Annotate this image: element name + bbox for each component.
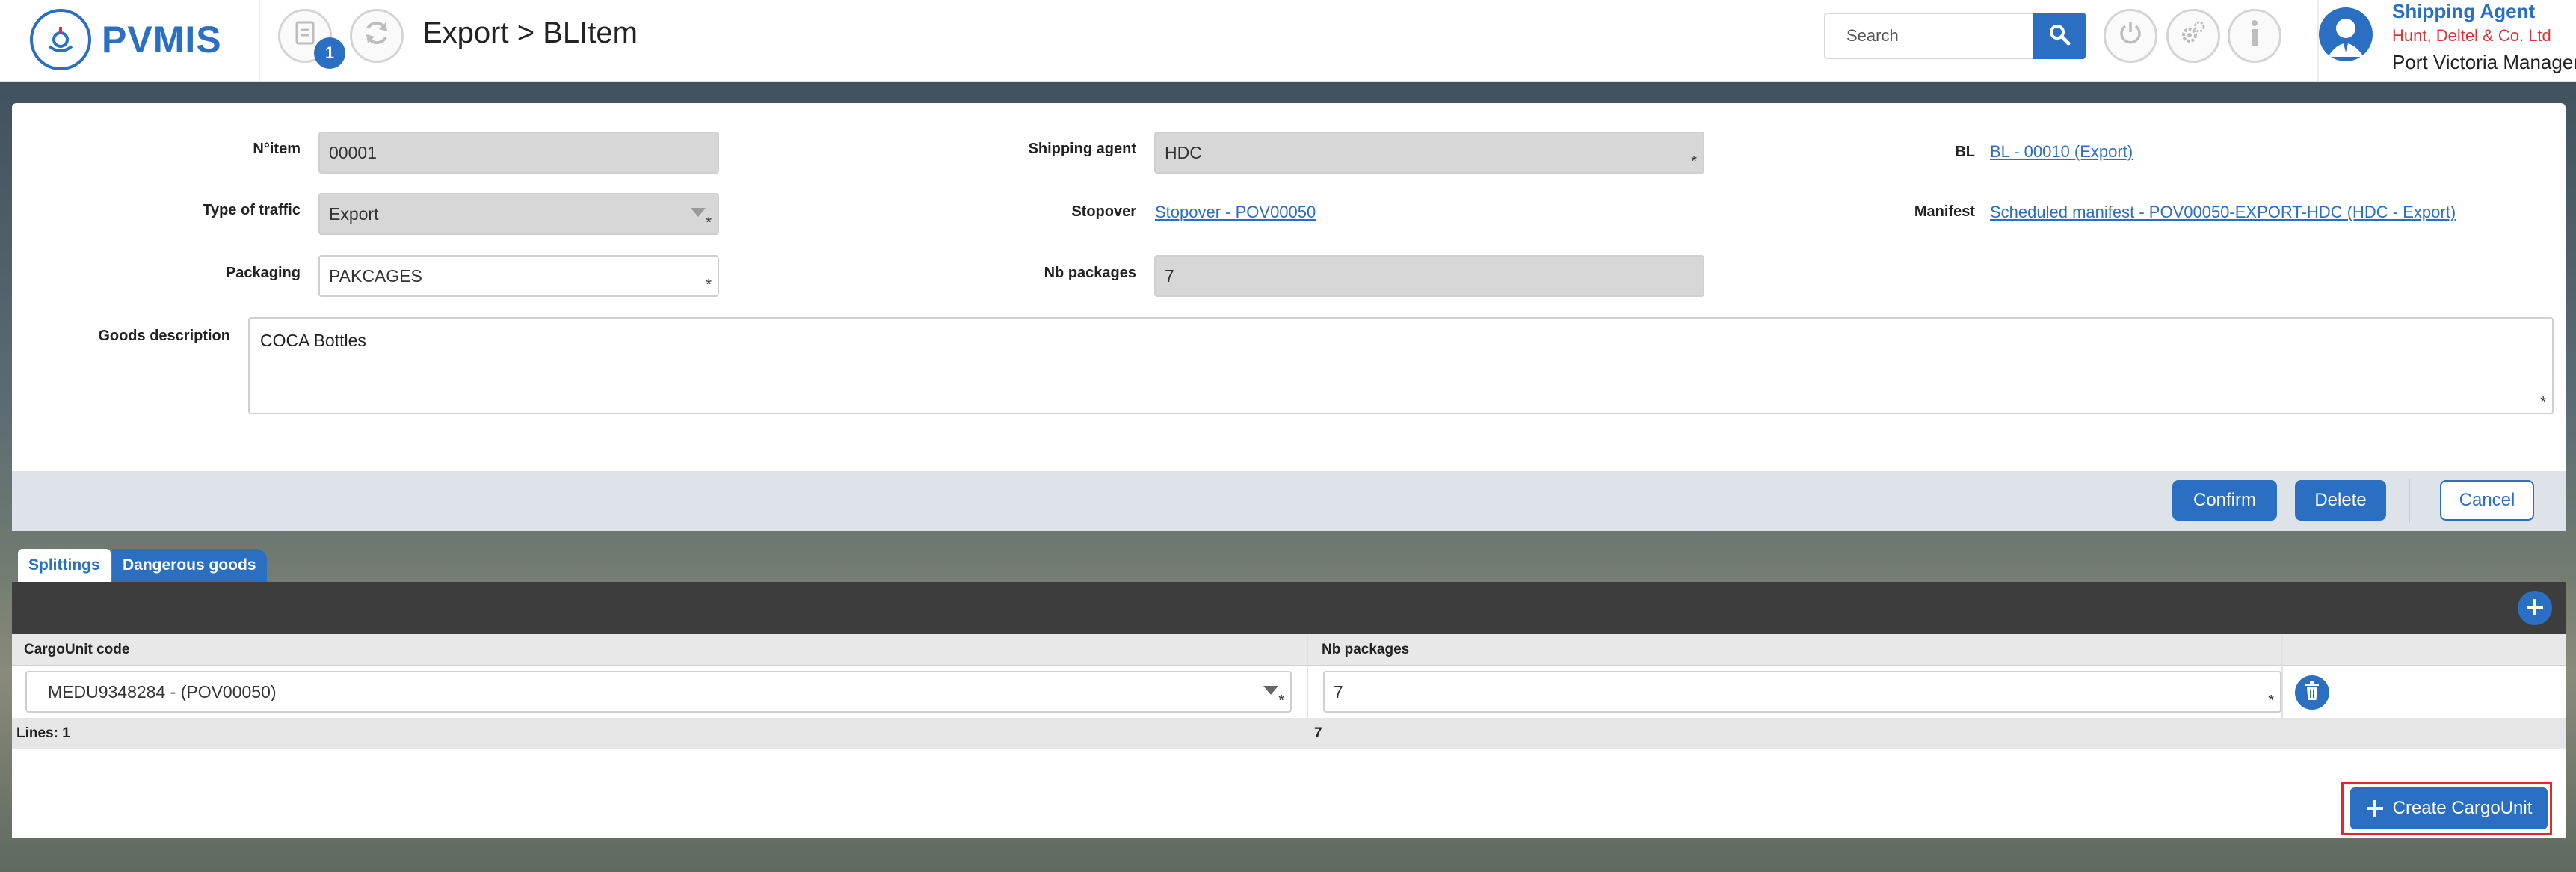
app-name: PVMIS: [102, 19, 222, 61]
settings-button[interactable]: [2166, 9, 2220, 63]
lines-count: Lines: 1: [16, 725, 70, 741]
n-item-label: N°item: [253, 141, 301, 157]
cargounit-code-value: MEDU9348284 - (POV00050): [48, 681, 277, 701]
notification-badge: 1: [314, 37, 345, 69]
info-icon: [2249, 19, 2261, 53]
tab-dangerous-goods[interactable]: Dangerous goods: [112, 549, 267, 582]
manifest-link[interactable]: Scheduled manifest - POV00050-EXPORT-HDC…: [1990, 203, 2456, 222]
create-cargounit-button[interactable]: Create CargoUnit: [2350, 787, 2548, 829]
delete-button[interactable]: Delete: [2295, 480, 2386, 521]
required-icon: *: [706, 215, 712, 231]
form-action-bar: Confirm Delete Cancel: [12, 471, 2566, 531]
column-header-nb-packages[interactable]: Nb packages: [1322, 642, 1409, 658]
packaging-value: PAKCAGES: [329, 265, 422, 286]
cancel-button[interactable]: Cancel: [2440, 480, 2534, 521]
delete-row-button[interactable]: [2295, 675, 2329, 710]
column-header-cargounit-code[interactable]: CargoUnit code: [24, 642, 129, 658]
bottom-panel: [12, 749, 2566, 838]
trash-icon: [2304, 681, 2320, 704]
goods-description-label: Goods description: [98, 328, 230, 344]
type-of-traffic-label: Type of traffic: [203, 202, 301, 218]
table-row: MEDU9348284 - (POV00050) * 7 *: [12, 666, 2566, 718]
header-divider: [259, 0, 260, 81]
nb-packages-value: 7: [1165, 265, 1174, 286]
goods-description-value: COCA Bottles: [260, 331, 366, 350]
manifest-label: Manifest: [1914, 203, 1975, 220]
required-icon: *: [2540, 394, 2546, 411]
required-icon: *: [1278, 693, 1284, 709]
plus-icon: [2525, 594, 2545, 622]
packaging-input[interactable]: PAKCAGES *: [318, 255, 719, 297]
cargounit-code-select[interactable]: MEDU9348284 - (POV00050) *: [25, 671, 1292, 713]
grid-toolbar: [12, 582, 2566, 634]
shipping-agent-label: Shipping agent: [1028, 141, 1136, 157]
refresh-icon: [363, 19, 390, 53]
confirm-button[interactable]: Confirm: [2172, 480, 2277, 521]
search-input[interactable]: [1824, 13, 2035, 59]
bl-item-form: N°item 00001 Type of traffic Export * Pa…: [12, 103, 2566, 471]
user-divider: [2317, 0, 2319, 81]
search-icon: [2048, 23, 2071, 49]
document-icon: [295, 21, 315, 52]
chevron-down-icon: [691, 208, 706, 217]
nb-packages-field[interactable]: 7: [1154, 255, 1704, 297]
stopover-label: Stopover: [1071, 203, 1136, 220]
n-item-value: 00001: [329, 142, 377, 162]
page-title: Export > BLItem: [422, 16, 638, 49]
packaging-label: Packaging: [225, 265, 301, 281]
tab-splittings[interactable]: Splittings: [18, 549, 111, 582]
type-of-traffic-value: Export: [329, 203, 379, 224]
bl-link[interactable]: BL - 00010 (Export): [1990, 142, 2133, 162]
goods-description-textarea[interactable]: COCA Bottles *: [248, 317, 2554, 414]
logout-button[interactable]: [2104, 9, 2157, 63]
nb-packages-total: 7: [1314, 725, 1322, 741]
search-button[interactable]: [2033, 13, 2086, 59]
nb-packages-label: Nb packages: [1044, 265, 1136, 281]
app-logo[interactable]: PVMIS: [30, 6, 222, 73]
user-avatar-icon[interactable]: [2319, 7, 2373, 61]
add-splitting-button[interactable]: [2518, 591, 2552, 625]
action-separator: [2409, 479, 2410, 523]
shipping-agent-field[interactable]: HDC *: [1154, 132, 1704, 174]
shipping-agent-value: HDC: [1165, 142, 1202, 162]
power-icon: [2117, 19, 2144, 53]
bl-label: BL: [1955, 144, 1975, 160]
user-role: Shipping Agent: [2392, 0, 2536, 22]
required-icon: *: [2268, 693, 2274, 709]
gears-icon: [2179, 19, 2207, 54]
column-separator: [2281, 634, 2283, 718]
required-icon: *: [706, 277, 712, 293]
type-of-traffic-select[interactable]: Export *: [318, 193, 719, 235]
user-port: Port Victoria Managem: [2392, 51, 2576, 73]
nb-packages-row-value: 7: [1334, 681, 1343, 701]
grid-footer: Lines: 1 7: [12, 718, 2566, 749]
n-item-field[interactable]: 00001: [318, 132, 719, 174]
logo-emblem-icon: [30, 9, 91, 70]
chevron-down-icon: [1263, 686, 1278, 695]
plus-icon: [2366, 799, 2384, 817]
info-button[interactable]: [2228, 9, 2281, 63]
header: PVMIS 1 Export > BLItem Shipp: [0, 0, 2576, 82]
stopover-link[interactable]: Stopover - POV00050: [1155, 203, 1316, 222]
grid-header-row: CargoUnit code Nb packages: [12, 634, 2566, 666]
user-company: Hunt, Deltel & Co. Ltd: [2392, 26, 2551, 45]
nb-packages-row-input[interactable]: 7 *: [1323, 671, 2281, 713]
required-icon: *: [1691, 153, 1697, 170]
refresh-button[interactable]: [350, 9, 404, 63]
create-cargounit-label: Create CargoUnit: [2392, 798, 2533, 818]
